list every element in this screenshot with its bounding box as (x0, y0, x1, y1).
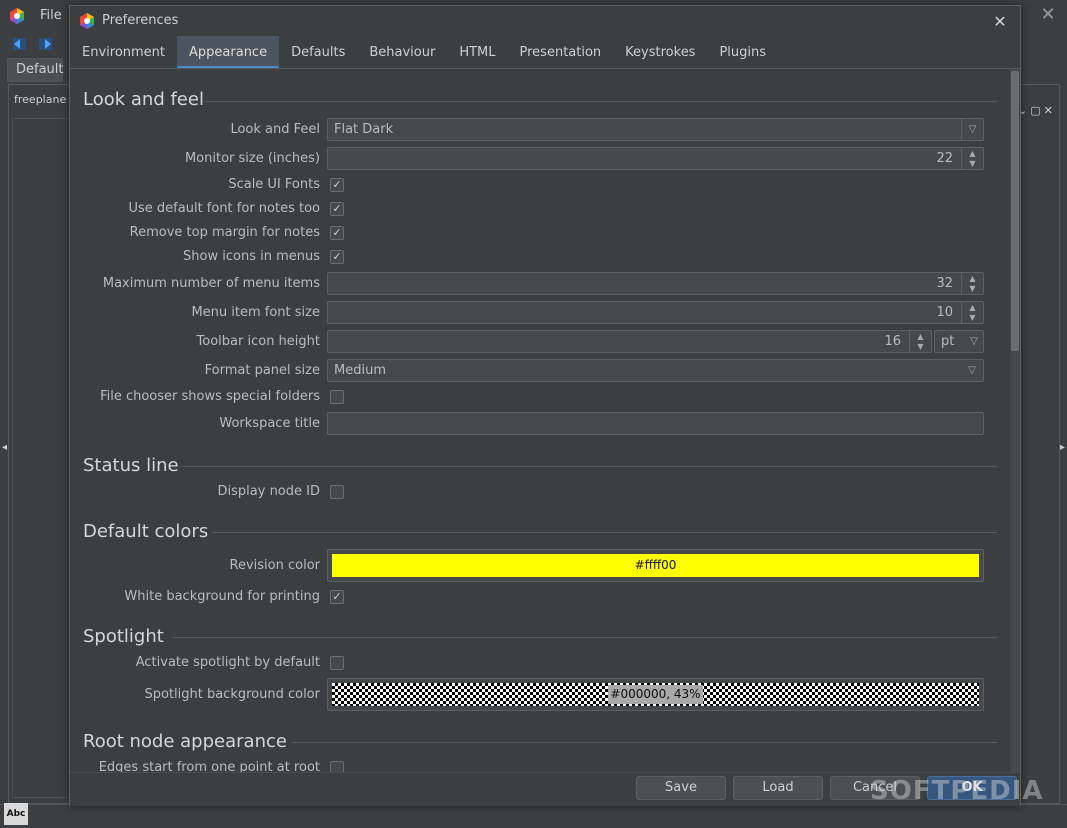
section-divider (212, 532, 997, 533)
tab-presentation[interactable]: Presentation (508, 36, 614, 69)
remove-margin-label: Remove top margin for notes (129, 225, 320, 240)
preferences-tabs: Environment Appearance Defaults Behaviou… (70, 36, 778, 69)
show-icons-label: Show icons in menus (183, 249, 320, 264)
tab-keystrokes[interactable]: Keystrokes (613, 36, 707, 69)
right-collapse-icon[interactable]: ▸ (1060, 442, 1066, 456)
map-tab[interactable]: freeplane (14, 93, 66, 106)
spinner-arrows-icon[interactable]: ▲ ▼ (909, 331, 931, 352)
section-divider (172, 637, 997, 638)
section-divider (180, 466, 997, 467)
tab-default[interactable]: Default (7, 58, 64, 82)
tab-plugins[interactable]: Plugins (707, 36, 778, 69)
scale-ui-fonts-label: Scale UI Fonts (228, 177, 320, 192)
section-divider (205, 101, 997, 102)
display-node-id-label: Display node ID (217, 484, 320, 499)
menu-file[interactable]: File (40, 8, 62, 23)
menu-font-size-label: Menu item font size (191, 305, 320, 320)
preferences-dialog: Preferences ✕ Environment Appearance Def… (69, 5, 1043, 806)
back-icon[interactable] (11, 35, 29, 53)
show-icons-checkbox[interactable]: ✓ (330, 250, 344, 264)
section-title-look-and-feel: Look and feel (83, 89, 204, 110)
spellcheck-button[interactable]: Abc (4, 803, 28, 825)
map-canvas[interactable] (12, 118, 72, 798)
dialog-title: Preferences (102, 13, 179, 28)
close-icon[interactable]: ✕ (988, 10, 1012, 34)
toolbar-icon-height-label: Toolbar icon height (196, 334, 320, 349)
spinner-arrows-icon[interactable]: ▲ ▼ (961, 273, 983, 294)
load-button[interactable]: Load (733, 776, 823, 800)
content-scrollbar[interactable] (1010, 69, 1020, 772)
workspace-title-input[interactable] (327, 412, 984, 435)
spinner-arrows-icon[interactable]: ▲ ▼ (961, 148, 983, 169)
default-font-notes-label: Use default font for notes too (128, 201, 321, 216)
softpedia-watermark: SOFTPEDIA (870, 776, 1044, 806)
section-divider (292, 742, 997, 743)
section-title-spotlight: Spotlight (83, 626, 164, 647)
spotlight-bg-swatch: #000000, 43% (332, 683, 979, 706)
revision-color-button[interactable]: #ffff00 (327, 549, 984, 582)
edges-root-checkbox[interactable] (330, 761, 344, 772)
file-chooser-label: File chooser shows special folders (100, 389, 320, 404)
format-panel-select[interactable]: Medium ▽ (327, 359, 984, 382)
monitor-size-spinner[interactable]: 22 ▲ ▼ (327, 147, 984, 170)
menu-font-size-spinner[interactable]: 10 ▲ ▼ (327, 301, 984, 324)
remove-margin-checkbox[interactable]: ✓ (330, 226, 344, 240)
white-bg-label: White background for printing (124, 589, 320, 604)
status-bar (0, 804, 1067, 828)
workspace-title-label: Workspace title (219, 416, 320, 431)
freeplane-logo-icon (80, 13, 94, 29)
look-and-feel-select[interactable]: Flat Dark ▽ (327, 118, 984, 141)
scale-ui-fonts-checkbox[interactable]: ✓ (330, 178, 344, 192)
section-title-default-colors: Default colors (83, 521, 209, 542)
spotlight-bg-label: Spotlight background color (144, 687, 320, 702)
monitor-size-value: 22 (936, 151, 953, 166)
file-chooser-checkbox[interactable] (330, 390, 344, 404)
appearance-panel: Look and feel Look and Feel Flat Dark ▽ … (70, 69, 1010, 772)
max-menu-items-spinner[interactable]: 32 ▲ ▼ (327, 272, 984, 295)
tab-behaviour[interactable]: Behaviour (357, 36, 447, 69)
toolbar-icon-height-value: 16 (884, 334, 901, 349)
spotlight-activate-label: Activate spotlight by default (135, 655, 320, 670)
revision-color-swatch: #ffff00 (332, 554, 979, 577)
look-and-feel-label: Look and Feel (230, 122, 320, 137)
edges-root-label: Edges start from one point at root node (98, 760, 320, 772)
panel-controls[interactable]: ⌄▢✕ (1018, 104, 1056, 117)
toolbar-icon-unit-select[interactable]: pt ▽ (934, 330, 984, 353)
save-button[interactable]: Save (636, 776, 726, 800)
tab-defaults[interactable]: Defaults (279, 36, 357, 69)
forward-icon[interactable] (36, 35, 54, 53)
max-menu-items-value: 32 (936, 276, 953, 291)
format-panel-value: Medium (334, 363, 386, 378)
chevron-down-icon: ▽ (961, 119, 983, 140)
freeplane-logo-icon (10, 8, 24, 24)
spinner-arrows-icon[interactable]: ▲ ▼ (961, 302, 983, 323)
default-font-notes-checkbox[interactable]: ✓ (330, 202, 344, 216)
section-title-root-node: Root node appearance (83, 731, 287, 752)
section-title-status-line: Status line (83, 455, 179, 476)
spotlight-activate-checkbox[interactable] (330, 656, 344, 670)
look-and-feel-value: Flat Dark (334, 122, 394, 137)
spotlight-bg-value: #000000, 43% (608, 685, 703, 704)
left-collapse-icon[interactable]: ◂ (2, 442, 8, 456)
spotlight-bg-color-button[interactable]: #000000, 43% (327, 678, 984, 711)
tab-html[interactable]: HTML (447, 36, 507, 69)
monitor-size-label: Monitor size (inches) (184, 151, 320, 166)
revision-color-label: Revision color (229, 558, 320, 573)
chevron-down-icon: ▽ (968, 365, 976, 376)
app-close-icon[interactable]: ✕ (1037, 4, 1059, 26)
toolbar-icon-height-spinner[interactable]: 16 ▲ ▼ (327, 330, 932, 353)
tab-appearance[interactable]: Appearance (177, 36, 280, 69)
toolbar-icon-unit-value: pt (941, 334, 955, 349)
white-bg-checkbox[interactable]: ✓ (330, 590, 344, 604)
display-node-id-checkbox[interactable] (330, 485, 344, 499)
tab-environment[interactable]: Environment (70, 36, 177, 69)
menu-font-size-value: 10 (936, 305, 953, 320)
chevron-down-icon: ▽ (970, 336, 978, 347)
max-menu-items-label: Maximum number of menu items (102, 276, 320, 291)
format-panel-label: Format panel size (204, 363, 320, 378)
scrollbar-thumb[interactable] (1011, 71, 1019, 351)
